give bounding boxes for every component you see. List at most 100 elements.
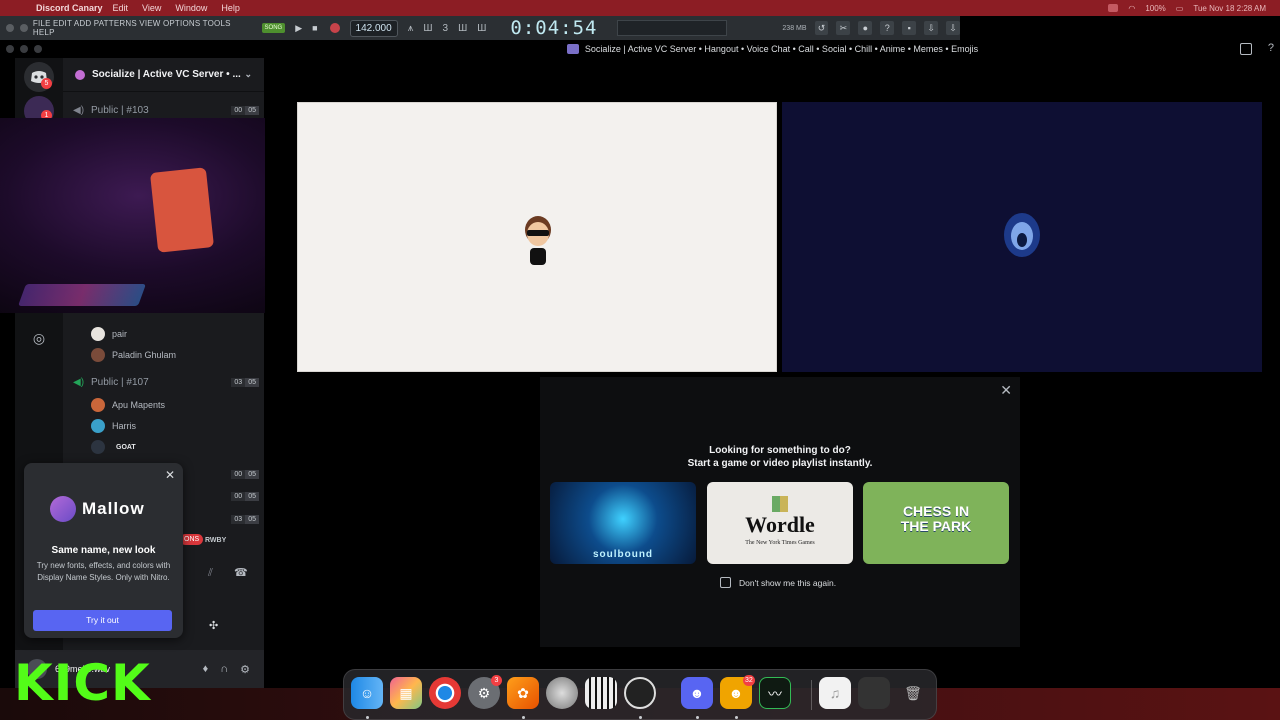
inbox-icon[interactable] bbox=[1240, 43, 1252, 55]
record-icon[interactable] bbox=[329, 23, 340, 33]
discover-icon[interactable]: ◎ bbox=[24, 323, 54, 353]
close-window-icon[interactable] bbox=[6, 45, 14, 53]
menu-help[interactable]: Help bbox=[221, 3, 240, 13]
minimize-window-icon[interactable] bbox=[20, 45, 28, 53]
promo-body: Try new fonts, effects, and colors with … bbox=[36, 561, 171, 582]
obs-icon[interactable] bbox=[624, 677, 656, 709]
avatar bbox=[91, 327, 105, 341]
menu-edit[interactable]: Edit bbox=[113, 3, 129, 13]
cut-icon[interactable]: ✂ bbox=[836, 21, 851, 35]
kick-logo: KICK bbox=[14, 654, 151, 712]
voice-channel-public-103[interactable]: ◀) Public | #103 00 05 bbox=[73, 100, 259, 120]
voice-user-paladin[interactable]: Paladin Ghulam bbox=[91, 346, 176, 364]
discord-badge: 32 bbox=[743, 675, 755, 686]
loop-record-icon[interactable]: Ш bbox=[477, 23, 486, 34]
help-icon[interactable]: ? bbox=[1268, 42, 1274, 54]
launchpad-icon[interactable]: ▦ bbox=[390, 677, 422, 709]
save-icon[interactable]: ▪ bbox=[902, 21, 917, 35]
macos-menu-bar: Discord Canary Edit View Window Help ◠ 1… bbox=[0, 0, 1280, 16]
fl-menu[interactable]: FILE EDIT ADD PATTERNS VIEW OPTIONS TOOL… bbox=[33, 19, 254, 37]
window-close-icon[interactable] bbox=[6, 24, 14, 32]
avatar bbox=[91, 348, 105, 362]
voice-user-pair[interactable]: pair bbox=[91, 325, 127, 343]
disconnect-icon[interactable]: ☎ bbox=[234, 566, 248, 579]
event-tag[interactable]: ONS bbox=[180, 534, 204, 545]
server-icon bbox=[566, 44, 579, 54]
fl-studio-icon[interactable]: ✿ bbox=[507, 677, 539, 709]
activities-icon[interactable]: ✣ bbox=[209, 619, 218, 632]
undo-icon[interactable]: ↺ bbox=[814, 21, 829, 35]
screen-record-icon[interactable] bbox=[1108, 4, 1119, 12]
server-header[interactable]: Socialize | Active VC Server • ... ⌄ bbox=[63, 58, 264, 92]
downloads-stack-icon[interactable] bbox=[858, 677, 890, 709]
help-icon[interactable]: ? bbox=[880, 21, 895, 35]
running-indicator bbox=[366, 716, 369, 719]
trash-icon[interactable]: 🗑 bbox=[897, 677, 929, 709]
noise-suppression-icon[interactable]: ⫽ bbox=[208, 567, 213, 580]
user-count: 00 05 bbox=[231, 469, 259, 479]
activity-heading: Looking for something to do? bbox=[709, 445, 851, 456]
wifi-icon[interactable]: ◠ bbox=[1128, 4, 1135, 13]
wait-icon[interactable]: Ш bbox=[423, 23, 432, 34]
activity-card-chess[interactable]: CHESS IN THE PARK bbox=[863, 482, 1009, 564]
headphones-icon[interactable]: ∩ bbox=[220, 663, 228, 676]
voice-user-harris[interactable]: Harris bbox=[91, 417, 136, 435]
mic-icon[interactable]: ● bbox=[858, 21, 873, 35]
participant-tile-2[interactable] bbox=[782, 102, 1262, 372]
try-it-out-button[interactable]: Try it out bbox=[33, 610, 172, 631]
music-file-icon[interactable]: ♫ bbox=[819, 677, 851, 709]
window-traffic-lights bbox=[0, 40, 265, 58]
participant-tile-1[interactable] bbox=[297, 102, 777, 372]
menu-window[interactable]: Window bbox=[175, 3, 207, 13]
macos-dock: ☺ ▦ ⚙ 3 ✿ ☻ ☻ 32 〰 ♫ 🗑 bbox=[343, 669, 937, 720]
waveform-monitor bbox=[617, 20, 727, 36]
play-icon[interactable]: ▶ bbox=[295, 23, 302, 34]
fl-studio-toolbar: FILE EDIT ADD PATTERNS VIEW OPTIONS TOOL… bbox=[0, 16, 960, 40]
chevron-down-icon[interactable]: ⌄ bbox=[244, 69, 252, 80]
step-edit-icon[interactable]: Ш bbox=[458, 23, 467, 34]
window-title: Socialize | Active VC Server • Hangout •… bbox=[584, 44, 979, 54]
gear-icon[interactable]: ⚙ bbox=[240, 663, 250, 676]
song-mode-toggle[interactable]: SONG bbox=[261, 23, 286, 33]
metronome-icon[interactable]: ⩚ bbox=[408, 23, 414, 34]
song-position-time: 0:04:54 bbox=[510, 17, 598, 39]
finder-icon[interactable]: ☺ bbox=[351, 677, 383, 709]
window-minimize-icon[interactable] bbox=[19, 24, 28, 32]
export-icon[interactable]: ⇩ bbox=[924, 21, 939, 35]
nitro-promo-popup: ✕ Mallow Same name, new look Try new fon… bbox=[24, 463, 183, 638]
activity-card-soulbound[interactable]: soulbound bbox=[550, 482, 696, 564]
memory-usage: 238 MB bbox=[782, 24, 807, 32]
avatar bbox=[91, 419, 105, 433]
running-indicator bbox=[639, 716, 642, 719]
clock[interactable]: Tue Nov 18 2:28 AM bbox=[1193, 4, 1266, 13]
microphone-icon[interactable]: ♦ bbox=[203, 663, 209, 676]
close-icon[interactable]: ✕ bbox=[165, 468, 175, 482]
dm-badge: 5 bbox=[41, 78, 52, 89]
dock-separator bbox=[811, 680, 812, 710]
running-indicator bbox=[522, 716, 525, 719]
discord-icon[interactable]: ☻ bbox=[681, 677, 713, 709]
stop-icon[interactable]: ■ bbox=[312, 23, 317, 33]
chrome-icon[interactable] bbox=[429, 677, 461, 709]
mallow-avatar-icon bbox=[50, 496, 76, 522]
download-icon[interactable]: ⇩ bbox=[946, 21, 960, 35]
compressor-icon[interactable] bbox=[546, 677, 578, 709]
user-count: 03 05 bbox=[231, 514, 259, 524]
bpm-display[interactable]: 142.000 bbox=[349, 19, 398, 37]
menu-app-name[interactable]: Discord Canary bbox=[36, 3, 103, 13]
voice-channel-public-107[interactable]: ◀) Public | #107 03 05 bbox=[73, 372, 259, 392]
activity-monitor-icon[interactable]: 〰 bbox=[759, 677, 791, 709]
zoom-window-icon[interactable] bbox=[34, 45, 42, 53]
voice-user-apu[interactable]: Apu Mapents bbox=[91, 396, 165, 414]
activity-card-wordle[interactable]: Wordle The New York Times Games bbox=[707, 482, 853, 564]
running-indicator bbox=[696, 716, 699, 719]
piano-app-icon[interactable] bbox=[585, 677, 617, 709]
dont-show-again-checkbox[interactable]: Don't show me this again. bbox=[720, 577, 836, 588]
close-icon[interactable]: ✕ bbox=[1000, 382, 1012, 399]
voice-user-goat[interactable]: GOAT bbox=[91, 438, 136, 456]
menu-view[interactable]: View bbox=[142, 3, 161, 13]
countdown-icon[interactable]: 3 bbox=[443, 23, 449, 34]
checkbox-icon[interactable] bbox=[720, 577, 731, 588]
battery-icon[interactable]: ▭ bbox=[1176, 4, 1184, 13]
discord-title-bar: Socialize | Active VC Server • Hangout •… bbox=[265, 40, 1280, 58]
